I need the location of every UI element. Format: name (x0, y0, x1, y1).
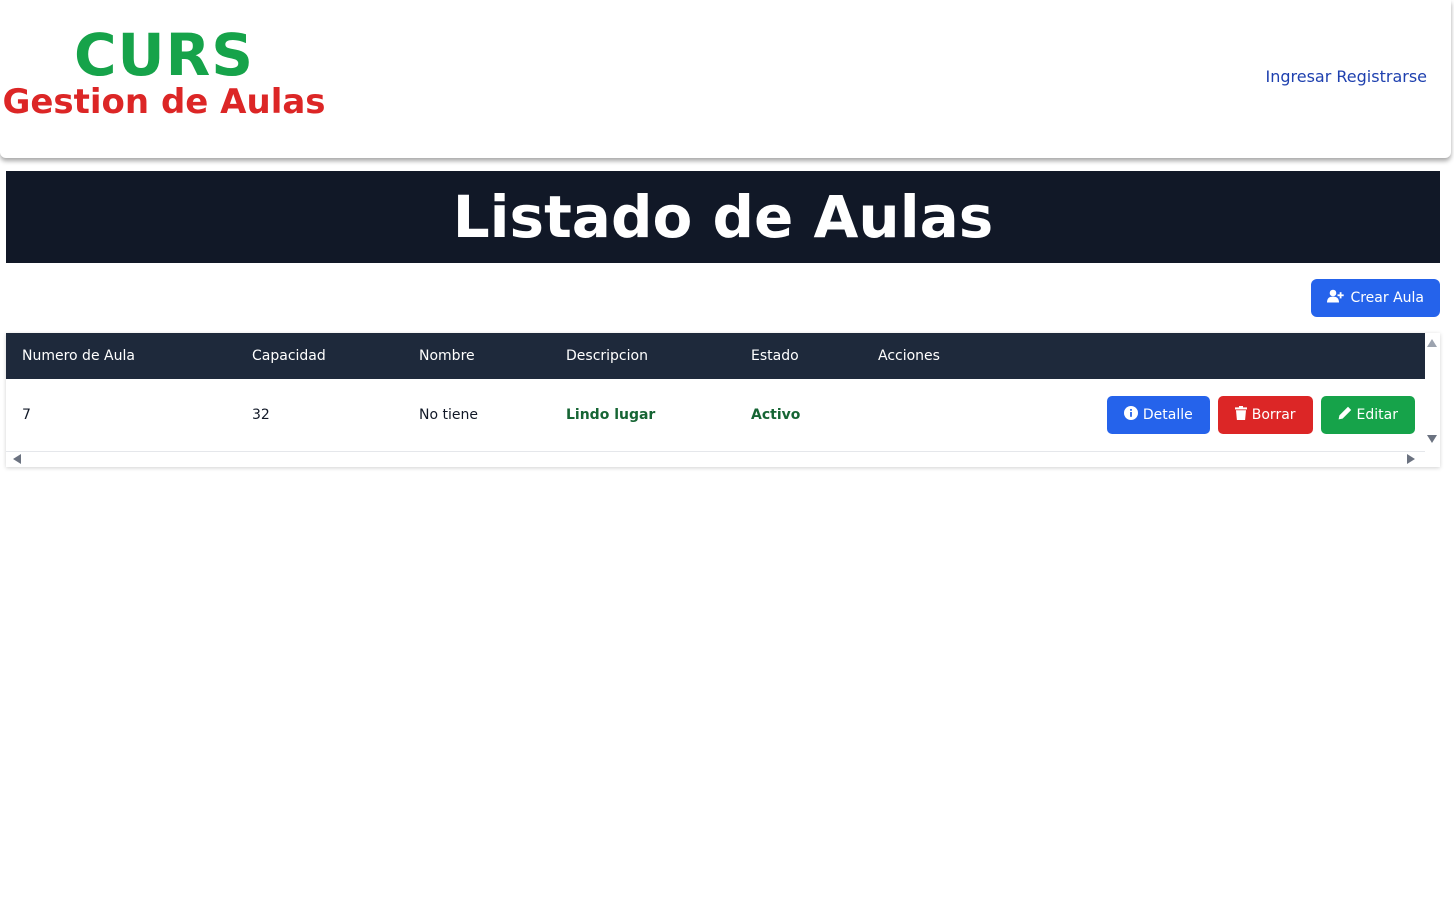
pencil-icon (1338, 406, 1352, 424)
column-header-numero: Numero de Aula (22, 348, 135, 364)
login-link[interactable]: Ingresar (1266, 67, 1332, 86)
edit-label: Editar (1356, 406, 1398, 423)
detail-label: Detalle (1142, 406, 1193, 423)
column-header-acciones: Acciones (878, 348, 940, 364)
page-title: Listado de Aulas (452, 183, 994, 251)
app-header: CURS Gestion de Aulas Ingresar Registrar… (0, 0, 1451, 158)
cell-nombre: No tiene (419, 406, 478, 423)
create-aula-button[interactable]: Crear Aula (1311, 279, 1440, 317)
column-header-descripcion: Descripcion (566, 348, 648, 364)
delete-label: Borrar (1251, 406, 1296, 423)
cell-capacidad: 32 (252, 406, 270, 423)
delete-button[interactable]: Borrar (1217, 395, 1313, 434)
info-circle-icon (1123, 405, 1138, 424)
register-link[interactable]: Registrarse (1336, 67, 1427, 86)
page-banner: Listado de Aulas (6, 171, 1440, 263)
scroll-up-icon[interactable] (1427, 339, 1437, 347)
user-plus-icon (1327, 289, 1345, 307)
create-aula-label: Crear Aula (1350, 290, 1424, 306)
aulas-table-container: Numero de Aula Capacidad Nombre Descripc… (6, 333, 1440, 467)
cell-estado: Activo (751, 406, 801, 423)
brand-logo: CURS Gestion de Aulas (0, 22, 328, 122)
column-header-capacidad: Capacidad (252, 348, 326, 364)
scroll-down-icon[interactable] (1427, 435, 1437, 443)
scroll-right-icon[interactable] (1407, 454, 1415, 464)
aulas-table: Numero de Aula Capacidad Nombre Descripc… (6, 333, 1425, 452)
scroll-left-icon[interactable] (13, 454, 21, 464)
edit-button[interactable]: Editar (1320, 395, 1415, 434)
table-header-row: Numero de Aula Capacidad Nombre Descripc… (6, 333, 1425, 379)
horizontal-scrollbar[interactable] (6, 451, 1425, 467)
brand-title: CURS (73, 21, 255, 89)
column-header-nombre: Nombre (419, 348, 475, 364)
table-row: 7 32 No tiene Lindo lugar Activo Detalle… (6, 379, 1425, 451)
brand-subtitle: Gestion de Aulas (2, 82, 326, 122)
cell-numero: 7 (22, 406, 31, 423)
row-actions: Detalle Borrar Editar (878, 395, 1425, 434)
trash-icon (1234, 405, 1247, 424)
column-header-estado: Estado (751, 348, 799, 364)
cell-descripcion: Lindo lugar (566, 406, 656, 423)
detail-button[interactable]: Detalle (1106, 395, 1210, 434)
auth-nav: Ingresar Registrarse (1266, 67, 1428, 86)
cell-acciones: Detalle Borrar Editar (862, 379, 1425, 451)
vertical-scrollbar[interactable] (1425, 333, 1440, 451)
